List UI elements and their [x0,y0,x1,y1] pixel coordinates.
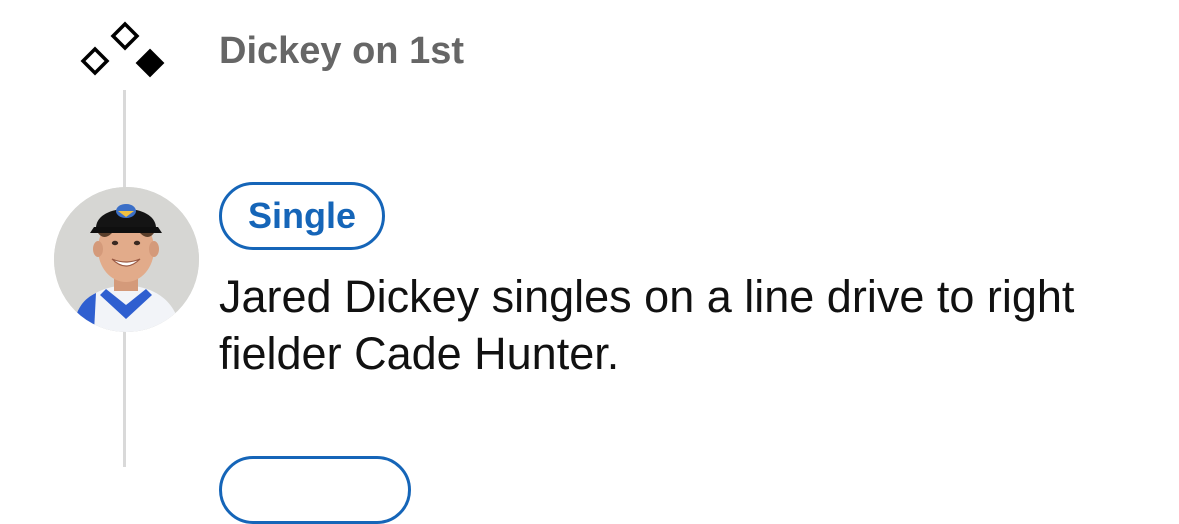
play-description: Jared Dickey singles on a line drive to … [219,271,1075,379]
bases-icon [78,18,168,84]
avatar[interactable] [54,187,199,332]
runner-status-text: Dickey on 1st [219,30,464,72]
second-base-icon [110,21,140,51]
next-play-badge[interactable] [219,456,411,524]
play-type-badge[interactable]: Single [219,182,386,250]
third-base-icon [80,46,110,76]
player-headshot-icon [54,187,199,332]
first-base-icon [135,48,165,78]
